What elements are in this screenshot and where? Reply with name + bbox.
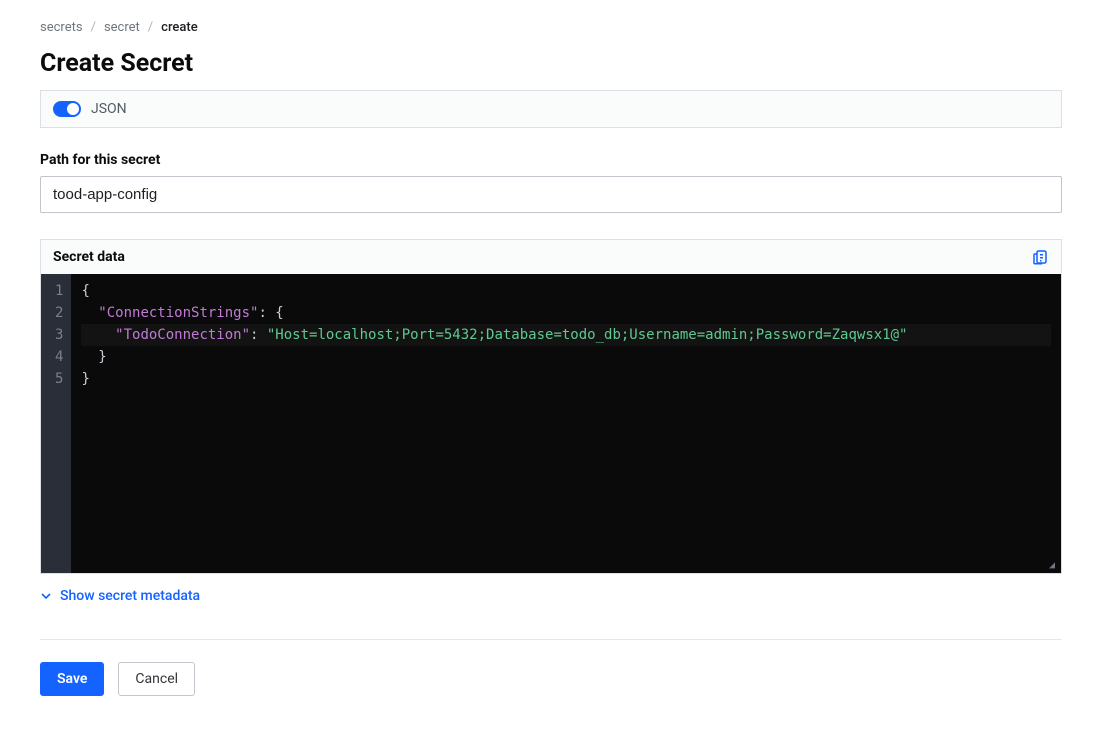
line-number: 2 xyxy=(55,302,63,324)
json-toggle[interactable] xyxy=(53,101,81,117)
breadcrumb-item[interactable]: secret xyxy=(104,20,140,35)
code-area[interactable]: { "ConnectionStrings": { "TodoConnection… xyxy=(71,274,1061,573)
breadcrumb-item[interactable]: secrets xyxy=(40,20,83,35)
secret-data-section: Secret data 12345 { "ConnectionStrings":… xyxy=(40,239,1062,574)
line-number: 5 xyxy=(55,368,63,390)
breadcrumb: secrets / secret / create xyxy=(40,20,1062,35)
toggle-thumb xyxy=(67,103,79,115)
path-field-group: Path for this secret xyxy=(40,152,1062,213)
actions-bar: Save Cancel xyxy=(40,639,1062,696)
line-number: 1 xyxy=(55,280,63,302)
code-editor[interactable]: 12345 { "ConnectionStrings": { "TodoConn… xyxy=(40,274,1062,574)
breadcrumb-separator: / xyxy=(148,20,153,35)
code-line: "TodoConnection": "Host=localhost;Port=5… xyxy=(81,324,1051,346)
secret-data-header: Secret data xyxy=(40,239,1062,274)
code-line: "ConnectionStrings": { xyxy=(81,302,1051,324)
path-field-label: Path for this secret xyxy=(40,152,1062,168)
json-toggle-panel: JSON xyxy=(40,90,1062,128)
secret-data-header-title: Secret data xyxy=(53,249,125,265)
path-input[interactable] xyxy=(40,176,1062,213)
show-metadata-toggle[interactable]: Show secret metadata xyxy=(40,588,200,604)
code-gutter: 12345 xyxy=(41,274,71,573)
chevron-down-icon xyxy=(40,590,52,602)
line-number: 4 xyxy=(55,346,63,368)
json-toggle-label: JSON xyxy=(91,101,127,117)
clipboard-icon[interactable] xyxy=(1031,248,1049,266)
cancel-button[interactable]: Cancel xyxy=(118,662,195,696)
code-line: } xyxy=(81,346,1051,368)
breadcrumb-separator: / xyxy=(91,20,96,35)
line-number: 3 xyxy=(55,324,63,346)
code-line: { xyxy=(81,280,1051,302)
save-button[interactable]: Save xyxy=(40,662,104,696)
show-metadata-label: Show secret metadata xyxy=(60,588,200,604)
code-line: } xyxy=(81,368,1051,390)
page-title: Create Secret xyxy=(40,49,1062,78)
breadcrumb-current: create xyxy=(161,20,198,35)
